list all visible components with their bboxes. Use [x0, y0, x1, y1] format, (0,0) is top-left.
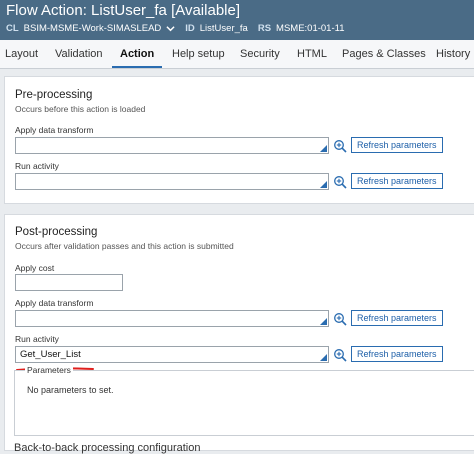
ruleset-version[interactable]: MSME:01-01-11: [276, 23, 344, 34]
autocomplete-icon: [320, 318, 327, 325]
tab-security[interactable]: Security: [240, 40, 280, 68]
tab-history[interactable]: History: [436, 40, 470, 68]
post-processing-title: Post-processing: [15, 226, 98, 238]
cost-input[interactable]: [15, 274, 123, 291]
tab-layout[interactable]: Layout: [5, 40, 38, 68]
chevron-down-icon[interactable]: [166, 24, 175, 33]
class-name[interactable]: BSIM-MSME-Work-SIMASLEAD: [24, 23, 162, 34]
window-header: Flow Action: ListUser_fa [Available] CL …: [0, 0, 474, 40]
pre-activity-refresh-button[interactable]: Refresh parameters: [351, 173, 443, 189]
zoom-in-icon[interactable]: [333, 348, 347, 362]
post-processing-desc: Occurs after validation passes and this …: [15, 241, 234, 251]
zoom-in-icon[interactable]: [333, 139, 347, 153]
pre-processing-title: Pre-processing: [15, 89, 93, 101]
page-title: Flow Action: ListUser_fa [Available]: [6, 2, 241, 19]
tab-action[interactable]: Action: [111, 40, 163, 68]
post-transform-refresh-button[interactable]: Refresh parameters: [351, 310, 443, 326]
cl-key: CL: [6, 23, 19, 34]
parameters-label: Parameters: [25, 365, 73, 375]
post-activity-label: Run activity: [15, 334, 59, 344]
zoom-in-icon[interactable]: [333, 312, 347, 326]
parameters-group: Parameters No parameters to set.: [14, 365, 474, 436]
tab-validation[interactable]: Validation: [55, 40, 103, 68]
pre-transform-input[interactable]: [15, 137, 329, 154]
post-transform-input[interactable]: [15, 310, 329, 327]
autocomplete-icon: [320, 181, 327, 188]
autocomplete-icon: [320, 354, 327, 361]
pre-activity-input[interactable]: [15, 173, 329, 190]
tab-pages-classes[interactable]: Pages & Classes: [342, 40, 426, 68]
rs-key: RS: [257, 23, 272, 34]
post-activity-value: Get_User_List: [20, 349, 81, 360]
back-to-back-title: Back-to-back processing configuration: [14, 442, 201, 454]
parameters-empty-message: No parameters to set.: [27, 385, 114, 395]
post-transform-label: Apply data transform: [15, 298, 94, 308]
pre-transform-refresh-button[interactable]: Refresh parameters: [351, 137, 443, 153]
rule-meta: CL BSIM-MSME-Work-SIMASLEAD ID ListUser_…: [6, 23, 355, 34]
tab-help-setup[interactable]: Help setup: [172, 40, 225, 68]
post-activity-refresh-button[interactable]: Refresh parameters: [351, 346, 443, 362]
pre-transform-label: Apply data transform: [15, 125, 94, 135]
post-activity-input[interactable]: Get_User_List: [15, 346, 329, 363]
cost-label: Apply cost: [15, 263, 55, 273]
pre-activity-label: Run activity: [15, 161, 59, 171]
rule-id: ListUser_fa: [199, 23, 248, 34]
pre-processing-desc: Occurs before this action is loaded: [15, 104, 146, 114]
autocomplete-icon: [320, 145, 327, 152]
pre-processing-panel: Pre-processing Occurs before this action…: [4, 76, 474, 204]
tab-html[interactable]: HTML: [297, 40, 327, 68]
id-key: ID: [185, 23, 195, 34]
zoom-in-icon[interactable]: [333, 175, 347, 189]
tab-bar: Layout Validation Action Help setup Secu…: [0, 40, 474, 69]
